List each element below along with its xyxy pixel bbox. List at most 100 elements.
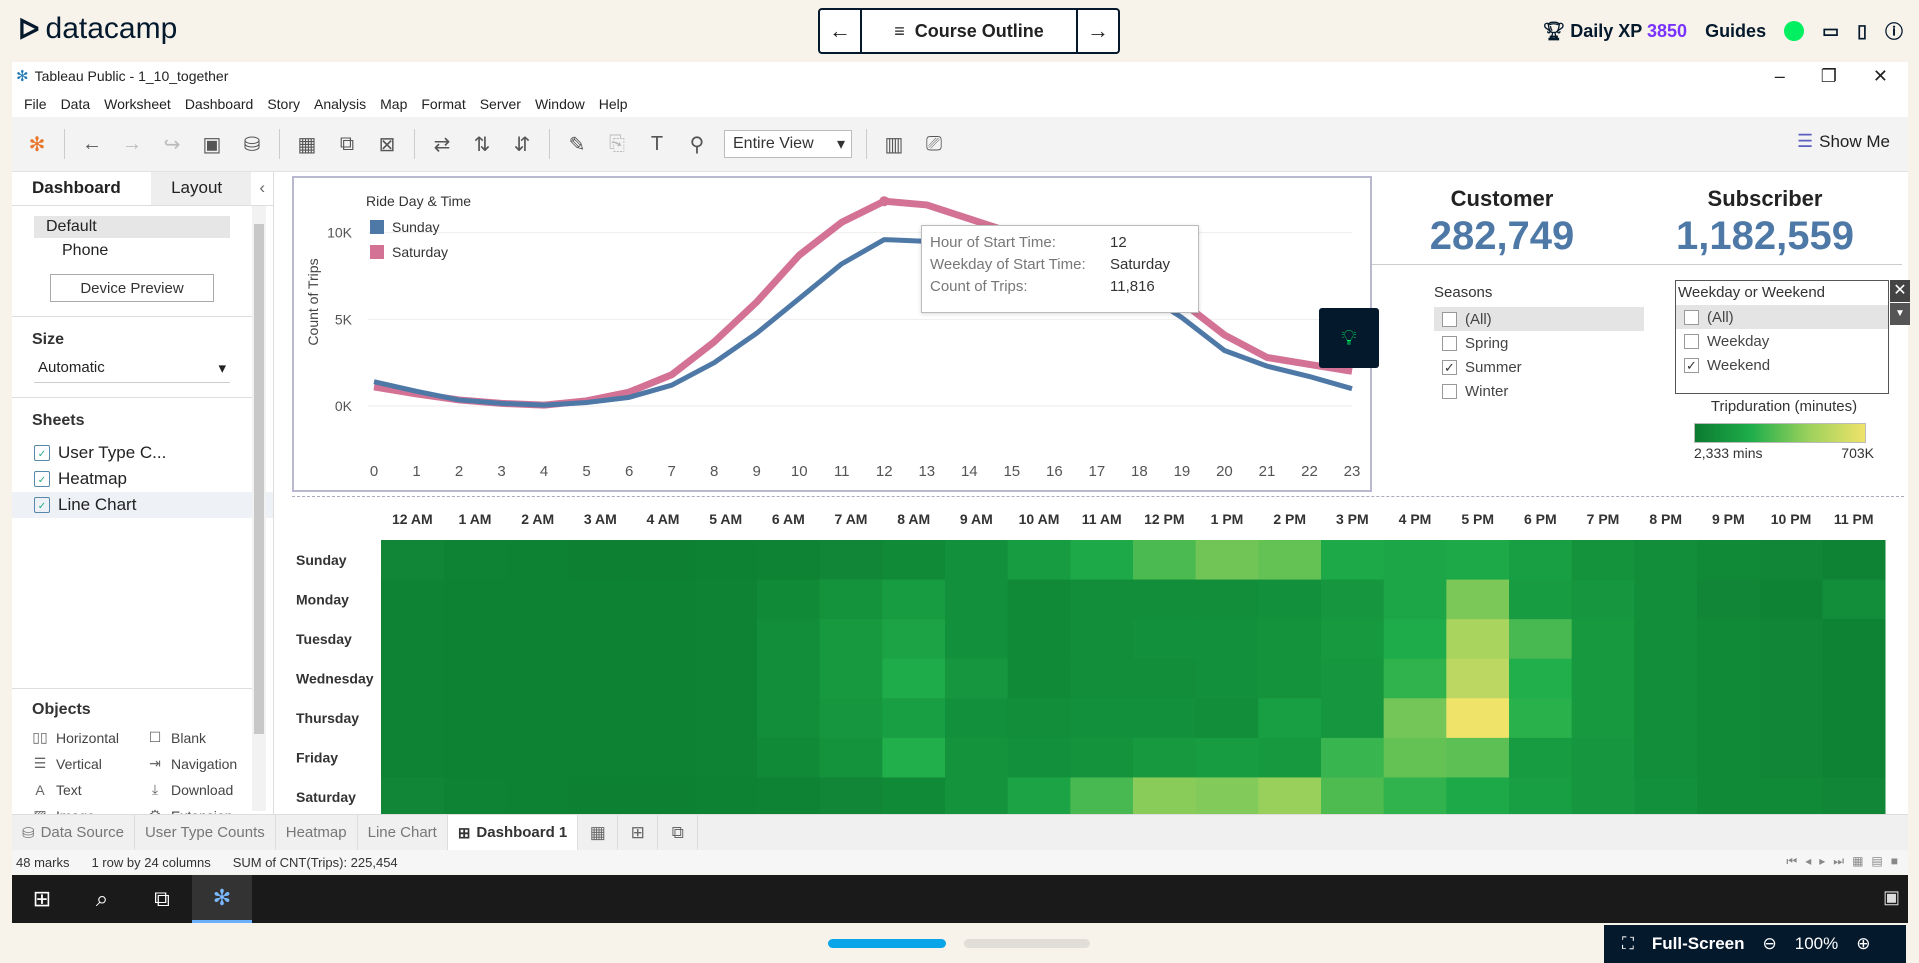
heatmap-cell[interactable] bbox=[819, 737, 883, 778]
tabs-icon[interactable]: ■ bbox=[1891, 854, 1898, 869]
heatmap-cell[interactable] bbox=[631, 579, 695, 620]
heatmap-zone[interactable]: 12 AM 1 AM 2 AM 3 AM 4 AM 5 AM 6 AM 7 AM 8 AM 9 A… bbox=[282, 498, 1908, 818]
lightbulb-icon[interactable]: 💡︎ bbox=[1319, 308, 1379, 368]
heatmap-cell[interactable] bbox=[1195, 658, 1259, 699]
heatmap-cell[interactable] bbox=[1133, 737, 1197, 778]
heatmap-cell[interactable] bbox=[1446, 737, 1510, 778]
heatmap-cell[interactable] bbox=[381, 777, 445, 818]
heatmap-cell[interactable] bbox=[631, 737, 695, 778]
heatmap-cell[interactable] bbox=[1195, 737, 1259, 778]
heatmap-cell[interactable] bbox=[694, 737, 758, 778]
daily-xp[interactable]: 🏆︎ Daily XP 3850 bbox=[1542, 21, 1687, 42]
tab-dashboard[interactable]: Dashboard bbox=[12, 172, 152, 205]
checkbox[interactable]: ✓ bbox=[1442, 359, 1457, 375]
sheet-tab[interactable]: ⊞ Dashboard 1 bbox=[447, 814, 579, 851]
heatmap-cell[interactable] bbox=[757, 737, 821, 778]
video-icon[interactable]: ▭ bbox=[1822, 21, 1839, 42]
sheet-item[interactable]: ✓ Heatmap bbox=[12, 466, 273, 492]
heatmap-cell[interactable] bbox=[1822, 579, 1886, 620]
heatmap-cell[interactable] bbox=[1195, 540, 1259, 581]
heatmap-cell[interactable] bbox=[945, 579, 1009, 620]
task-view-icon[interactable]: ⧉ bbox=[132, 875, 192, 923]
heatmap-cell[interactable] bbox=[1007, 737, 1071, 778]
heatmap-cell[interactable] bbox=[1571, 540, 1635, 581]
heatmap-cell[interactable] bbox=[694, 698, 758, 739]
heatmap-cell[interactable] bbox=[1571, 737, 1635, 778]
heatmap-cell[interactable] bbox=[443, 737, 507, 778]
heatmap-cell[interactable] bbox=[1509, 698, 1573, 739]
heatmap-cell[interactable] bbox=[1258, 737, 1322, 778]
guides-button[interactable]: Guides bbox=[1705, 21, 1766, 42]
tab-layout[interactable]: Layout bbox=[151, 172, 252, 205]
heatmap-cell[interactable] bbox=[757, 579, 821, 620]
heatmap-cell[interactable] bbox=[1258, 579, 1322, 620]
heatmap-cell[interactable] bbox=[1759, 658, 1823, 699]
heatmap-cell[interactable] bbox=[1070, 777, 1134, 818]
season-option[interactable]: ✓ Summer bbox=[1434, 355, 1644, 379]
heatmap-cell[interactable] bbox=[1321, 658, 1385, 699]
heatmap-cell[interactable] bbox=[569, 540, 633, 581]
fullscreen-button[interactable]: Full-Screen bbox=[1652, 934, 1745, 954]
heatmap-cell[interactable] bbox=[1571, 658, 1635, 699]
heatmap-cell[interactable] bbox=[1822, 698, 1886, 739]
heatmap-cell[interactable] bbox=[1697, 619, 1761, 660]
tableau-home-icon[interactable]: ✻ bbox=[24, 132, 50, 157]
heatmap-cell[interactable] bbox=[631, 619, 695, 660]
heatmap-cell[interactable] bbox=[381, 698, 445, 739]
heatmap-cell[interactable] bbox=[1383, 619, 1447, 660]
heatmap-cell[interactable] bbox=[1070, 579, 1134, 620]
heatmap-cell[interactable] bbox=[1070, 619, 1134, 660]
heatmap-cell[interactable] bbox=[381, 658, 445, 699]
prev-page-icon[interactable]: ◂ bbox=[1805, 854, 1811, 869]
heatmap-cell[interactable] bbox=[1383, 737, 1447, 778]
slides-icon[interactable]: ▯ bbox=[1857, 21, 1867, 42]
menu-server[interactable]: Server bbox=[476, 96, 531, 112]
heatmap-cell[interactable] bbox=[1634, 619, 1698, 660]
menu-file[interactable]: File bbox=[20, 96, 57, 112]
heatmap-cell[interactable] bbox=[1634, 540, 1698, 581]
heatmap-cell[interactable] bbox=[506, 540, 570, 581]
heatmap-cell[interactable] bbox=[1509, 619, 1573, 660]
menu-map[interactable]: Map bbox=[376, 96, 417, 112]
sheet-tab[interactable]: Heatmap bbox=[276, 814, 358, 851]
fit-select[interactable]: Entire View ▾ bbox=[724, 130, 852, 158]
heatmap-cell[interactable] bbox=[1258, 619, 1322, 660]
heatmap-cell[interactable] bbox=[1822, 619, 1886, 660]
heatmap-cell[interactable] bbox=[819, 579, 883, 620]
heatmap-cell[interactable] bbox=[1634, 698, 1698, 739]
menu-window[interactable]: Window bbox=[531, 96, 595, 112]
sort-ascending-icon[interactable]: ⇅ bbox=[469, 132, 495, 157]
heatmap-cell[interactable] bbox=[1446, 777, 1510, 818]
heatmap-cell[interactable] bbox=[819, 658, 883, 699]
heatmap-cell[interactable] bbox=[1759, 540, 1823, 581]
heatmap-cell[interactable] bbox=[1446, 540, 1510, 581]
legend-label[interactable]: Sunday bbox=[392, 219, 439, 235]
heatmap-cell[interactable] bbox=[631, 777, 695, 818]
heatmap-cell[interactable] bbox=[1634, 658, 1698, 699]
heatmap-cell[interactable] bbox=[757, 698, 821, 739]
heatmap-cell[interactable] bbox=[1571, 579, 1635, 620]
heatmap-cell[interactable] bbox=[1759, 619, 1823, 660]
heatmap-cell[interactable] bbox=[1822, 777, 1886, 818]
heatmap-cell[interactable] bbox=[1258, 698, 1322, 739]
heatmap-cell[interactable] bbox=[1007, 619, 1071, 660]
heatmap-cell[interactable] bbox=[443, 658, 507, 699]
heatmap-cell[interactable] bbox=[443, 619, 507, 660]
heatmap-cell[interactable] bbox=[1446, 619, 1510, 660]
heatmap-cell[interactable] bbox=[757, 658, 821, 699]
heatmap-cell[interactable] bbox=[569, 737, 633, 778]
heatmap-cell[interactable] bbox=[945, 777, 1009, 818]
sheet-item[interactable]: ✓ User Type C... bbox=[12, 440, 273, 466]
heatmap-cell[interactable] bbox=[694, 619, 758, 660]
clear-sheet-icon[interactable]: ⊠ bbox=[374, 132, 400, 157]
heatmap-cell[interactable] bbox=[1697, 698, 1761, 739]
heatmap-cell[interactable] bbox=[381, 619, 445, 660]
highlight-icon[interactable]: ✎ bbox=[564, 132, 590, 157]
heatmap-cell[interactable] bbox=[694, 540, 758, 581]
heatmap-cell[interactable] bbox=[1446, 579, 1510, 620]
heatmap-cell[interactable] bbox=[882, 777, 946, 818]
zoom-in-icon[interactable]: ⊕ bbox=[1856, 934, 1870, 954]
heatmap-cell[interactable] bbox=[694, 579, 758, 620]
heatmap-cell[interactable] bbox=[443, 540, 507, 581]
heatmap-cell[interactable] bbox=[1634, 777, 1698, 818]
